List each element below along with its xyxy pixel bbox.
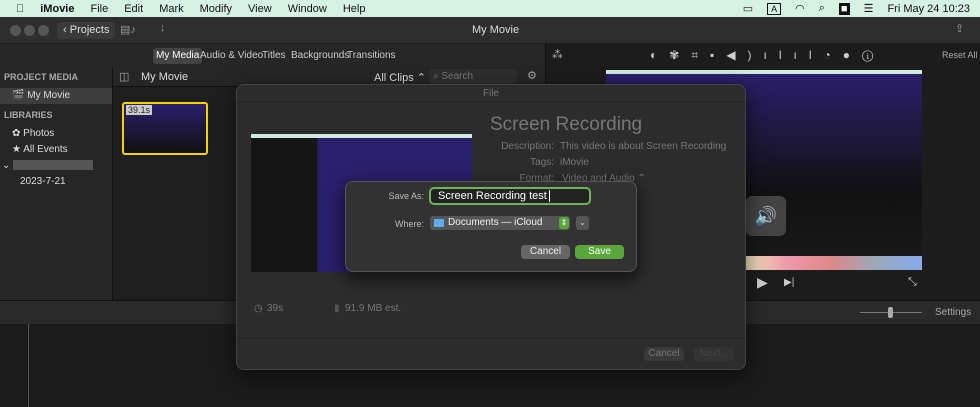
minimize-button[interactable] xyxy=(24,25,35,36)
export-sheet-title: File xyxy=(237,85,745,102)
magic-wand-icon[interactable]: ⁂ xyxy=(552,48,563,61)
import-arrow-icon[interactable]: ↓ xyxy=(160,22,166,34)
where-select[interactable]: Documents — iCloud ⇕ xyxy=(430,216,570,230)
cancel-button[interactable]: Cancel xyxy=(521,245,570,259)
volume-icon: 🔊 xyxy=(746,196,786,236)
folder-icon xyxy=(434,219,444,227)
settings-gear-icon[interactable]: ⚙ xyxy=(527,69,537,82)
skip-forward-button[interactable]: ▶| xyxy=(784,277,794,288)
tab-titles[interactable]: Titles xyxy=(259,48,289,64)
expand-button[interactable]: ⌄ xyxy=(576,216,589,230)
where-label: Where: xyxy=(394,219,424,229)
apple-icon[interactable]:  xyxy=(16,3,24,15)
file-icon: ▮ xyxy=(334,303,340,314)
project-media-heading: PROJECT MEDIA xyxy=(4,72,79,82)
redacted-library-name xyxy=(13,160,94,171)
projects-label: Projects xyxy=(69,24,110,36)
playhead[interactable] xyxy=(28,324,29,407)
media-import-icon[interactable]: ▤♪ xyxy=(120,23,136,36)
save-as-label: Save As: xyxy=(388,191,424,201)
share-icon[interactable]: ⇪ xyxy=(955,22,964,35)
sidebar-item-label: Photos xyxy=(23,128,55,139)
sidebar: PROJECT MEDIA 🎬 My Movie LIBRARIES ✿ Pho… xyxy=(0,67,113,300)
timeline-settings-button[interactable]: Settings xyxy=(935,307,971,318)
sidebar-item-label: 2023-7-21 xyxy=(20,176,66,187)
save-as-value: Screen Recording test xyxy=(438,190,547,202)
tab-my-media[interactable]: My Media xyxy=(153,48,203,64)
duration-value: 39s xyxy=(267,303,284,314)
menu-view[interactable]: View xyxy=(248,3,272,15)
menu-modify[interactable]: Modify xyxy=(200,3,232,15)
tab-backgrounds[interactable]: Backgrounds xyxy=(288,48,352,64)
wifi-icon[interactable]: ◠ xyxy=(795,2,805,15)
where-value: Documents — iCloud xyxy=(448,217,543,228)
fullscreen-icon[interactable]: ⤡ xyxy=(908,276,917,289)
clock-icon: ◷ xyxy=(254,303,263,314)
save-button[interactable]: Save xyxy=(575,245,624,259)
text-cursor xyxy=(548,190,550,202)
close-button[interactable] xyxy=(10,25,21,36)
menu-mark[interactable]: Mark xyxy=(159,3,183,15)
divider xyxy=(237,338,745,339)
menu-help[interactable]: Help xyxy=(343,3,366,15)
zoom-button[interactable] xyxy=(38,25,49,36)
description-label: Description: xyxy=(501,141,554,152)
browser-title: My Movie xyxy=(141,71,189,83)
projects-button[interactable]: ‹ Projects xyxy=(57,22,116,39)
sidebar-item-label: All Events xyxy=(23,144,68,155)
adjustment-icons[interactable]: ◐✾⌗▪◀)ılıl◔●ⓘ xyxy=(650,48,885,63)
search-input[interactable]: ⌕ Search xyxy=(429,69,517,84)
save-as-input[interactable]: Screen Recording test xyxy=(429,187,591,205)
media-tabs: My Media Audio & Video Titles Background… xyxy=(0,44,545,67)
toolbar: ‹ Projects ▤♪ ↓ My Movie ⇪ xyxy=(0,17,980,44)
sidebar-toggle-icon[interactable]: ◫ xyxy=(119,70,129,83)
export-title: Screen Recording xyxy=(490,114,643,135)
tab-audio-video[interactable]: Audio & Video xyxy=(197,48,266,64)
sidebar-item-library[interactable]: ⌄ xyxy=(0,158,112,174)
save-dialog: Save As: Screen Recording test Where: Do… xyxy=(345,181,637,272)
tags-value[interactable]: iMovie xyxy=(560,157,589,168)
zoom-slider-thumb[interactable] xyxy=(888,307,893,318)
menu-window[interactable]: Window xyxy=(288,3,327,15)
input-source-icon[interactable]: A xyxy=(767,2,782,15)
play-button[interactable]: ▶ xyxy=(757,274,768,291)
menu-edit[interactable]: Edit xyxy=(124,3,143,15)
menu-app[interactable]: iMovie xyxy=(40,3,74,15)
menu-file[interactable]: File xyxy=(90,3,108,15)
control-center-icon[interactable]: ☰ xyxy=(864,2,874,15)
clip-duration: 39.1s xyxy=(126,105,153,115)
select-stepper-icon: ⇕ xyxy=(559,217,569,229)
export-cancel-button[interactable]: Cancel xyxy=(644,347,684,361)
window-title: My Movie xyxy=(472,24,520,36)
clip-thumbnail[interactable]: 39.1s xyxy=(122,102,208,155)
tags-label: Tags: xyxy=(530,157,554,168)
clock[interactable]: Fri May 24 10:23 xyxy=(887,3,970,15)
menu-bar:  iMovie File Edit Mark Modify View Wind… xyxy=(0,0,980,17)
sidebar-item-photos[interactable]: ✿ Photos xyxy=(0,126,112,142)
battery-icon[interactable]: ▭ xyxy=(743,2,753,15)
sidebar-item-label: My Movie xyxy=(27,90,71,101)
spotlight-icon[interactable]: ⌕ xyxy=(819,2,825,15)
sidebar-item-all-events[interactable]: ★ All Events xyxy=(0,142,112,158)
tab-transitions[interactable]: Transitions xyxy=(344,48,399,64)
screen-record-icon[interactable]: ■ xyxy=(838,2,850,15)
libraries-heading: LIBRARIES xyxy=(4,110,53,120)
sidebar-item-my-movie[interactable]: 🎬 My Movie xyxy=(0,88,112,104)
sidebar-item-event[interactable]: 2023-7-21 xyxy=(0,174,112,190)
export-next-button[interactable]: Next... xyxy=(694,347,734,361)
size-estimate: 91.9 MB est. xyxy=(345,303,402,314)
clips-filter[interactable]: All Clips ⌃ xyxy=(374,71,426,84)
search-placeholder: Search xyxy=(441,71,474,82)
description-value[interactable]: This video is about Screen Recording xyxy=(560,141,726,152)
reset-all-button[interactable]: Reset All xyxy=(942,50,978,60)
